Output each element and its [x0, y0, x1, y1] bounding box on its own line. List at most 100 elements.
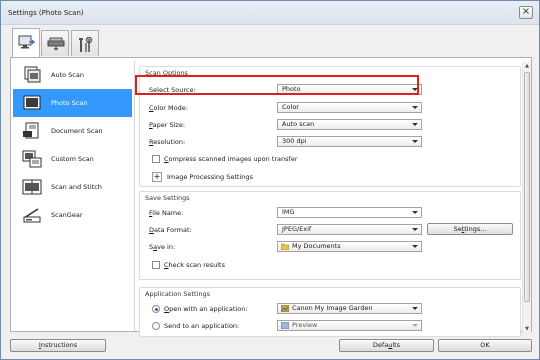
send-to-radio[interactable]	[152, 322, 160, 330]
data-format-label-text: ata Format:	[154, 226, 192, 234]
format-settings-label-rest: tings...	[464, 225, 487, 233]
send-to-label: Send to an application:	[164, 322, 240, 330]
resolution-value: 300 dpi	[282, 137, 307, 145]
check-results-label-text: heck scan results	[168, 261, 225, 269]
color-mode-value: Color	[282, 103, 299, 111]
tab-strip	[12, 28, 530, 58]
image-processing-expand-button[interactable]: +	[152, 172, 162, 182]
format-settings-label-pre: Se	[453, 225, 462, 233]
sidebar-item-label: Document Scan	[51, 127, 103, 135]
send-to-value: Preview	[292, 321, 318, 329]
save-in-value: My Documents	[292, 242, 341, 250]
compress-label-text: ompress scanned images upon transfer	[168, 155, 298, 163]
select-source-highlight-frame	[135, 75, 419, 95]
paper-size-dropdown[interactable]: Auto scan	[277, 119, 422, 130]
image-processing-label[interactable]: Image Processing Settings	[167, 173, 253, 181]
content-area: Auto Scan Photo Scan Document Scan Custo…	[10, 57, 532, 337]
scroll-thumb[interactable]	[524, 72, 530, 302]
document-scan-icon	[23, 122, 39, 139]
data-format-label: Data Format:	[149, 226, 192, 234]
title-bar: Settings (Photo Scan) ×	[1, 1, 539, 25]
custom-scan-icon	[22, 150, 42, 168]
open-with-dropdown[interactable]: Canon My Image Garden	[277, 303, 422, 314]
sidebar-item-scangear[interactable]: ScanGear	[13, 201, 132, 229]
open-with-label: Open with an application:	[164, 305, 248, 313]
open-with-value: Canon My Image Garden	[292, 304, 373, 312]
check-results-checkbox[interactable]	[152, 261, 160, 269]
instructions-label-text: nstructions	[40, 341, 78, 349]
close-button[interactable]: ×	[519, 6, 533, 19]
scanner-icon	[47, 37, 65, 51]
color-mode-dropdown[interactable]: Color	[277, 102, 422, 113]
chevron-down-icon	[412, 211, 418, 214]
preview-icon	[281, 322, 289, 329]
defaults-label-pre: Defa	[372, 341, 389, 349]
general-settings-tab[interactable]	[71, 30, 99, 56]
group-title: Application Settings	[145, 290, 211, 298]
defaults-label-rest: lts	[392, 341, 401, 349]
file-name-combobox[interactable]: IMG	[277, 207, 422, 218]
sidebar-item-document-scan[interactable]: Document Scan	[13, 117, 132, 145]
scangear-icon	[23, 208, 41, 223]
format-settings-button[interactable]: Settings...	[427, 223, 513, 235]
paper-size-label: Paper Size:	[149, 121, 185, 129]
sidebar-item-scan-and-stitch[interactable]: Scan and Stitch	[13, 173, 132, 201]
photo-scan-icon	[23, 95, 41, 110]
sidebar-item-label: Auto Scan	[51, 71, 84, 79]
resolution-label: Resolution:	[149, 138, 185, 146]
compress-checkbox[interactable]	[152, 155, 160, 163]
computer-scan-icon	[18, 35, 36, 49]
chevron-down-icon	[412, 123, 418, 126]
application-settings-group: Application Settings Open with an applic…	[139, 287, 521, 337]
chevron-down-icon	[412, 324, 418, 327]
sidebar-item-photo-scan[interactable]: Photo Scan	[13, 89, 132, 117]
sidebar-item-auto-scan[interactable]: Auto Scan	[13, 61, 132, 89]
sidebar-item-label: Photo Scan	[51, 99, 88, 107]
save-settings-group: Save Settings File Name: IMG Data Format…	[139, 191, 521, 280]
group-title: Save Settings	[145, 194, 190, 202]
scan-stitch-icon	[22, 179, 42, 195]
instructions-button[interactable]: Instructions	[10, 339, 106, 352]
open-with-label-text: pen with an application:	[169, 305, 248, 313]
color-mode-label: Color Mode:	[149, 104, 188, 112]
color-mode-label-text: olor Mode:	[153, 104, 188, 112]
scroll-up-arrow-icon[interactable]: ▲	[524, 63, 530, 69]
send-to-dropdown[interactable]: Preview	[277, 320, 422, 331]
file-name-label-text: ile Name:	[152, 209, 184, 217]
resolution-label-text: esolution:	[153, 138, 186, 146]
settings-panel: Scan Options Select Source: Photo Color …	[134, 61, 532, 337]
paper-size-value: Auto scan	[282, 120, 315, 128]
chevron-down-icon	[412, 228, 418, 231]
chevron-down-icon	[412, 245, 418, 248]
tools-icon	[79, 37, 93, 52]
scroll-down-arrow-icon[interactable]: ▼	[524, 326, 530, 332]
file-name-value: IMG	[282, 208, 295, 216]
defaults-button[interactable]: Defaults	[339, 339, 434, 352]
chevron-down-icon	[412, 307, 418, 310]
file-name-label: File Name:	[149, 209, 183, 217]
data-format-dropdown[interactable]: JPEG/Exif	[277, 224, 422, 235]
check-results-label: Check scan results	[164, 261, 225, 269]
settings-window: Settings (Photo Scan) × Auto Scan Photo …	[0, 0, 540, 360]
image-garden-icon	[281, 305, 289, 312]
sidebar-item-custom-scan[interactable]: Custom Scan	[13, 145, 132, 173]
ok-button[interactable]: OK	[438, 339, 532, 352]
scan-from-computer-tab[interactable]	[12, 28, 40, 57]
resolution-dropdown[interactable]: 300 dpi	[277, 136, 422, 147]
data-format-value: JPEG/Exif	[282, 225, 312, 233]
open-with-radio[interactable]	[152, 305, 160, 313]
auto-scan-icon	[24, 66, 41, 83]
scan-type-sidebar: Auto Scan Photo Scan Document Scan Custo…	[13, 61, 132, 331]
window-title: Settings (Photo Scan)	[8, 9, 84, 17]
compress-label: Compress scanned images upon transfer	[164, 155, 298, 163]
save-in-label: Save in:	[149, 243, 175, 251]
chevron-down-icon	[412, 140, 418, 143]
folder-icon	[281, 243, 289, 250]
save-in-dropdown[interactable]: My Documents	[277, 241, 422, 252]
vertical-scrollbar[interactable]: ▲ ▼	[522, 62, 531, 333]
sidebar-item-label: Custom Scan	[51, 155, 94, 163]
scan-from-panel-tab[interactable]	[41, 30, 69, 56]
save-in-label-rest: ve in:	[157, 243, 176, 251]
paper-size-label-text: aper Size:	[152, 121, 186, 129]
chevron-down-icon	[412, 106, 418, 109]
